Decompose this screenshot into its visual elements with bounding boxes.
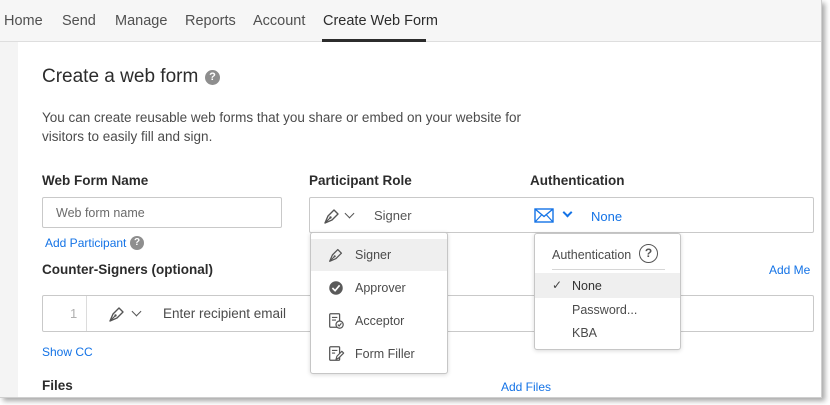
files-label: Files	[42, 378, 73, 393]
recipient-index: 1	[70, 306, 78, 321]
web-form-name-label: Web Form Name	[42, 173, 149, 188]
authentication-menu: Authentication ? ✓ None Password... KBA	[534, 233, 681, 350]
nav-home[interactable]: Home	[4, 13, 43, 29]
main-content: Create a web form ? You can create reusa…	[18, 42, 821, 397]
role-option-label: Signer	[355, 248, 392, 262]
auth-option-label: Password...	[572, 303, 638, 317]
add-files-link[interactable]: Add Files	[501, 380, 551, 394]
help-icon[interactable]: ?	[639, 244, 658, 263]
role-option-signer[interactable]: Signer	[311, 239, 447, 271]
help-icon[interactable]: ?	[130, 236, 144, 250]
show-cc-link[interactable]: Show CC	[42, 345, 93, 359]
role-option-label: Form Filler	[355, 347, 415, 361]
chevron-down-icon[interactable]	[344, 208, 355, 219]
role-option-approver[interactable]: Approver	[311, 272, 447, 304]
chevron-down-icon[interactable]	[131, 306, 142, 317]
nav-send[interactable]: Send	[62, 13, 96, 29]
counter-signers-label: Counter-Signers (optional)	[42, 262, 213, 277]
page-title: Create a web form	[42, 66, 199, 87]
authentication-menu-header: Authentication	[552, 248, 632, 262]
pen-nib-icon	[329, 248, 343, 262]
web-form-name-placeholder: Web form name	[56, 206, 145, 220]
app-window: Home Send Manage Reports Account Create …	[0, 0, 822, 398]
check-icon: ✓	[552, 278, 563, 292]
check-circle-icon	[329, 281, 343, 295]
authentication-label: Authentication	[530, 173, 625, 188]
document-check-icon	[329, 313, 344, 329]
form-edit-icon	[329, 346, 345, 361]
page-description: You can create reusable web forms that y…	[42, 110, 522, 144]
pen-nib-icon[interactable]	[322, 206, 342, 226]
help-icon[interactable]: ?	[205, 70, 220, 85]
authentication-value[interactable]: None	[591, 209, 622, 224]
web-form-name-input[interactable]: Web form name	[42, 197, 282, 228]
role-option-form-filler[interactable]: Form Filler	[311, 338, 447, 370]
participant-role-label: Participant Role	[309, 173, 412, 188]
top-navigation: Home Send Manage Reports Account Create …	[0, 0, 821, 42]
participant-role-menu: Signer Approver Acceptor Form Filler	[310, 232, 448, 374]
recipient-email-input[interactable]: Enter recipient email	[163, 306, 286, 321]
nav-manage[interactable]: Manage	[115, 13, 167, 29]
auth-option-label: None	[572, 279, 602, 293]
chevron-down-icon[interactable]	[562, 207, 573, 218]
participant-row: Signer None	[309, 197, 814, 233]
role-option-acceptor[interactable]: Acceptor	[311, 305, 447, 337]
add-me-link[interactable]: Add Me	[769, 263, 810, 277]
nav-account[interactable]: Account	[253, 13, 305, 29]
auth-option-password[interactable]: Password...	[535, 297, 680, 322]
pen-nib-icon[interactable]	[107, 304, 127, 324]
nav-create-web-form[interactable]: Create Web Form	[323, 13, 438, 29]
role-option-label: Acceptor	[355, 314, 405, 328]
participant-role-value[interactable]: Signer	[374, 208, 412, 223]
auth-option-kba[interactable]: KBA	[535, 320, 680, 345]
auth-option-none[interactable]: ✓ None	[535, 273, 680, 298]
menu-divider	[552, 269, 665, 270]
recipient-index-cell: 1	[43, 296, 87, 331]
envelope-icon[interactable]	[534, 208, 554, 223]
role-option-label: Approver	[355, 281, 406, 295]
add-participant-link[interactable]: Add Participant	[45, 236, 126, 250]
auth-option-label: KBA	[572, 326, 598, 340]
nav-reports[interactable]: Reports	[185, 13, 236, 29]
